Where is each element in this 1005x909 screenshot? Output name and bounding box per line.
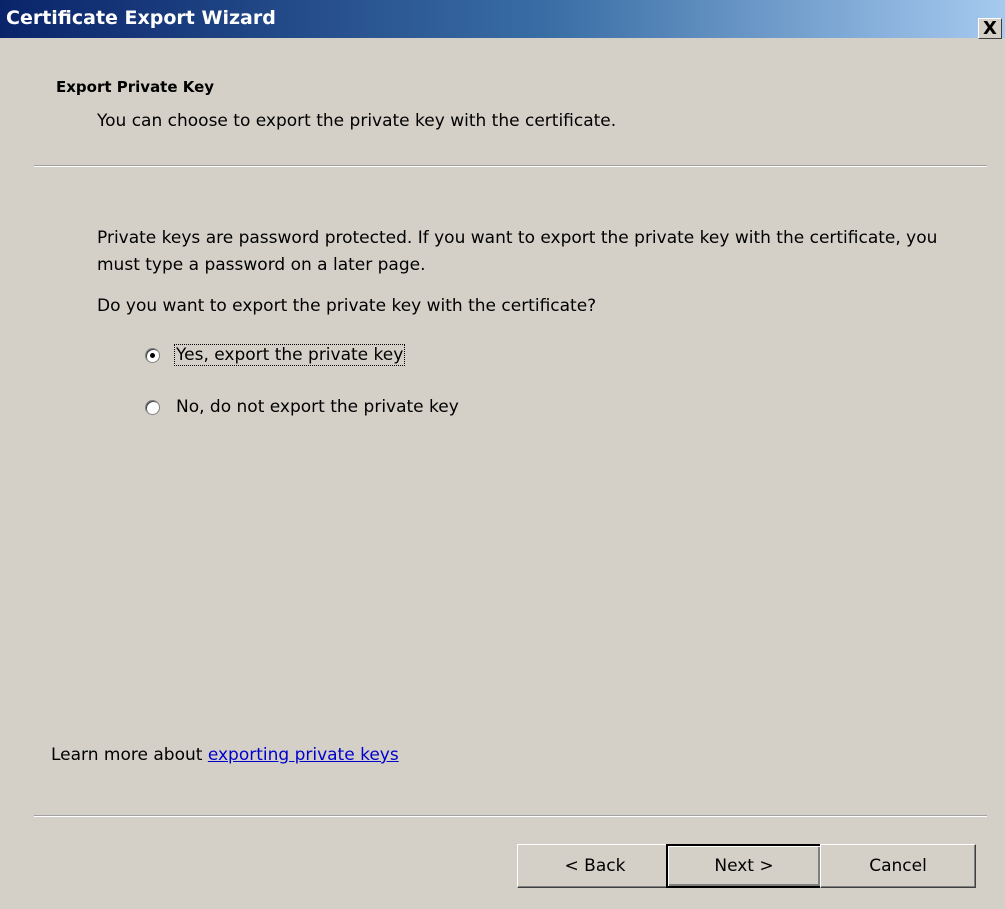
window-title: Certificate Export Wizard [6,7,276,29]
header-separator [34,165,987,167]
back-button[interactable]: < Back [517,844,673,888]
export-question: Do you want to export the private key wi… [97,296,597,316]
page-description: You can choose to export the private key… [97,111,617,131]
radio-no-label[interactable]: No, do not export the private key [175,397,460,417]
explanation-text: Private keys are password protected. If … [97,228,938,275]
radio-yes-export[interactable]: Yes, export the private key [145,343,406,367]
radio-selected-dot [150,352,155,358]
title-bar[interactable]: Certificate Export Wizard [0,0,1005,38]
certificate-export-wizard-dialog: Certificate Export Wizard X Export Priva… [0,0,1005,909]
radio-button-no[interactable] [145,399,160,415]
next-button[interactable]: Next > [666,844,822,888]
radio-no-export[interactable]: No, do not export the private key [145,395,460,419]
close-button[interactable]: X [978,18,1002,39]
radio-button-yes[interactable] [145,347,160,363]
footer-separator [34,815,987,817]
exporting-private-keys-link[interactable]: exporting private keys [208,745,399,765]
learn-more-prefix: Learn more about [51,745,208,765]
cancel-button[interactable]: Cancel [820,844,976,888]
radio-yes-label[interactable]: Yes, export the private key [173,344,406,366]
learn-more-text: Learn more about exporting private keys [51,745,399,765]
page-title: Export Private Key [56,78,215,96]
close-icon: X [983,17,997,39]
